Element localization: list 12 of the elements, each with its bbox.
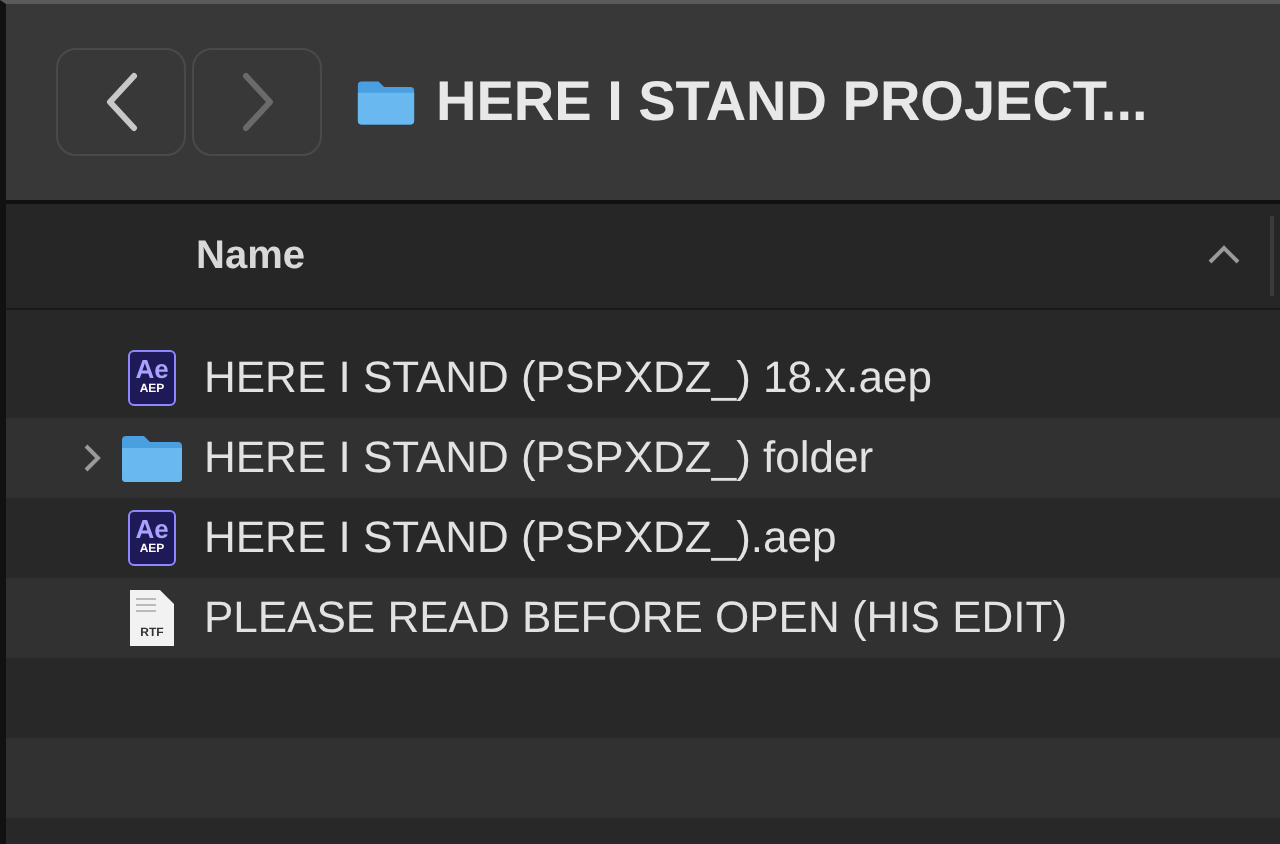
folder-icon: [120, 432, 184, 484]
sort-icon[interactable]: [1208, 244, 1240, 266]
disclosure-icon[interactable]: [82, 442, 102, 474]
file-name[interactable]: HERE I STAND (PSPXDZ_).aep: [204, 512, 837, 564]
file-name[interactable]: HERE I STAND (PSPXDZ_) 18.x.aep: [204, 352, 932, 404]
window-title: HERE I STAND PROJECT...: [436, 70, 1148, 134]
file-name[interactable]: PLEASE READ BEFORE OPEN (HIS EDIT): [204, 592, 1068, 644]
name-column-header[interactable]: Name: [196, 233, 305, 279]
back-icon: [105, 72, 137, 132]
folder-icon: [356, 76, 416, 128]
forward-icon: [241, 72, 273, 132]
back-button[interactable]: [56, 48, 186, 156]
